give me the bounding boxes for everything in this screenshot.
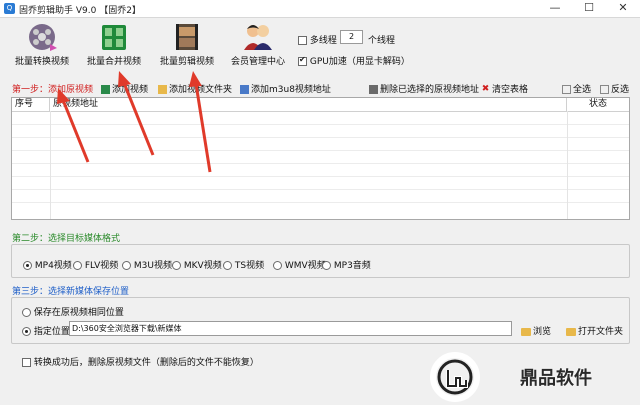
save-path-input[interactable]: D:\360安全浏览器下载\新媒体 — [69, 321, 512, 336]
step2-label: 第二步：选择目标媒体格式 — [12, 234, 121, 244]
format-option-flv[interactable]: FLV视频 — [73, 258, 118, 271]
multithread-label: 多线程 — [309, 36, 337, 46]
add-video-label: 添加视频 — [112, 85, 149, 95]
format-radio[interactable] — [273, 261, 282, 270]
format-option-m3u[interactable]: M3U视频 — [122, 258, 172, 271]
thread-unit-label: 个线程 — [368, 36, 396, 46]
member-center-label: 会员管理中心 — [230, 57, 285, 67]
close-button[interactable]: ✕ — [606, 0, 640, 17]
maximize-button[interactable]: ☐ — [572, 0, 606, 17]
multithread-checkbox[interactable] — [298, 36, 307, 45]
add-file-icon — [101, 85, 110, 94]
invert-label: 反选 — [611, 85, 630, 95]
add-folder-label: 添加视频文件夹 — [169, 85, 233, 95]
video-table[interactable]: 序号 原视频地址 状态 — [11, 97, 630, 220]
specified-location-option[interactable]: 指定位置 — [22, 324, 70, 337]
format-option-mp4[interactable]: MP4视频 — [23, 258, 72, 271]
batch-convert-label: 批量转换视频 — [14, 57, 69, 67]
open-folder-label: 打开文件夹 — [578, 327, 624, 337]
same-location-radio[interactable] — [22, 308, 31, 317]
format-label: MP4视频 — [34, 261, 72, 271]
users-icon — [244, 25, 272, 50]
window-title: 固乔剪辑助手 V9.0 【固乔2】 — [19, 6, 141, 16]
invert-icon — [600, 85, 609, 94]
column-header-status[interactable]: 状态 — [567, 98, 629, 111]
thread-count-input[interactable]: 2 — [340, 30, 363, 44]
clear-table-label: 清空表格 — [492, 85, 529, 95]
format-radio[interactable] — [23, 261, 32, 270]
clear-table-button[interactable]: ✖ 清空表格 — [481, 82, 529, 96]
gpu-option[interactable]: GPU加速（用显卡解码） — [298, 54, 410, 67]
same-location-option[interactable]: 保存在原视频相同位置 — [22, 305, 124, 318]
browse-label: 浏览 — [533, 327, 552, 337]
add-m3u8-label: 添加m3u8视频地址 — [251, 85, 331, 95]
gpu-label: GPU加速（用显卡解码） — [309, 57, 410, 67]
format-radio[interactable] — [223, 261, 232, 270]
add-folder-button[interactable]: 添加视频文件夹 — [158, 82, 232, 95]
batch-edit-label: 批量剪辑视频 — [159, 57, 214, 67]
specified-location-label: 指定位置 — [33, 327, 70, 337]
format-option-wmv[interactable]: WMV视频 — [273, 258, 326, 271]
format-label: MP3音频 — [333, 261, 371, 271]
batch-merge-label: 批量合并视频 — [86, 57, 141, 67]
format-option-ts[interactable]: TS视频 — [223, 258, 264, 271]
batch-edit-button[interactable]: 批量剪辑视频 — [152, 20, 222, 72]
app-logo-icon: Q — [4, 3, 15, 14]
specified-location-radio[interactable] — [22, 327, 31, 336]
delete-icon — [369, 85, 378, 94]
browse-button[interactable]: 浏览 — [521, 324, 551, 337]
member-center-button[interactable]: 会员管理中心 — [223, 20, 293, 72]
multithread-option[interactable]: 多线程 — [298, 33, 337, 46]
same-location-label: 保存在原视频相同位置 — [33, 308, 124, 318]
invert-selection-button[interactable]: 反选 — [600, 82, 629, 95]
format-radio[interactable] — [122, 261, 131, 270]
format-label: WMV视频 — [284, 261, 326, 271]
step1-label: 第一步：添加原视频 — [12, 85, 94, 95]
select-all-button[interactable]: 全选 — [562, 82, 591, 95]
select-all-icon — [562, 85, 571, 94]
folder-icon — [521, 327, 531, 336]
format-label: M3U视频 — [133, 261, 172, 271]
column-header-index[interactable]: 序号 — [12, 98, 50, 111]
add-m3u8-button[interactable]: 添加m3u8视频地址 — [240, 82, 331, 95]
watermark: 鼎品软件 — [430, 350, 635, 405]
folder-icon — [158, 85, 167, 94]
delete-original-option[interactable]: 转换成功后，删除原视频文件（删除后的文件不能恢复） — [22, 355, 259, 368]
batch-merge-button[interactable]: 批量合并视频 — [79, 20, 149, 72]
format-option-mkv[interactable]: MKV视频 — [172, 258, 222, 271]
watermark-text: 鼎品软件 — [520, 368, 592, 389]
format-radio[interactable] — [322, 261, 331, 270]
format-radio[interactable] — [73, 261, 82, 270]
select-all-label: 全选 — [573, 85, 592, 95]
batch-convert-button[interactable]: 批量转换视频 — [7, 20, 77, 72]
add-video-button[interactable]: 添加视频 — [101, 82, 148, 95]
minimize-button[interactable]: — — [538, 0, 572, 17]
step3-label: 第三步：选择新媒体保存位置 — [12, 287, 130, 297]
format-label: MKV视频 — [183, 261, 222, 271]
delete-selected-button[interactable]: 删除已选择的原视频地址 — [369, 82, 479, 95]
merge-film-icon — [102, 25, 126, 50]
film-strip-icon — [176, 24, 198, 50]
gpu-checkbox[interactable] — [298, 55, 307, 66]
clear-x-icon: ✖ — [481, 84, 490, 94]
link-icon — [240, 85, 249, 94]
format-label: TS视频 — [234, 261, 265, 271]
format-option-mp3[interactable]: MP3音频 — [322, 258, 371, 271]
douyin-logo-icon — [430, 352, 480, 402]
title-bar: Q 固乔剪辑助手 V9.0 【固乔2】 — ☐ ✕ — [0, 0, 640, 18]
film-reel-icon — [29, 24, 57, 51]
column-header-path[interactable]: 原视频地址 — [50, 98, 567, 111]
delete-selected-label: 删除已选择的原视频地址 — [380, 85, 480, 95]
delete-original-label: 转换成功后，删除原视频文件（删除后的文件不能恢复） — [33, 358, 259, 368]
open-folder-button[interactable]: 打开文件夹 — [566, 324, 623, 337]
format-label: FLV视频 — [84, 261, 119, 271]
format-radio[interactable] — [172, 261, 181, 270]
delete-original-checkbox[interactable] — [22, 358, 31, 367]
folder-open-icon — [566, 327, 576, 336]
